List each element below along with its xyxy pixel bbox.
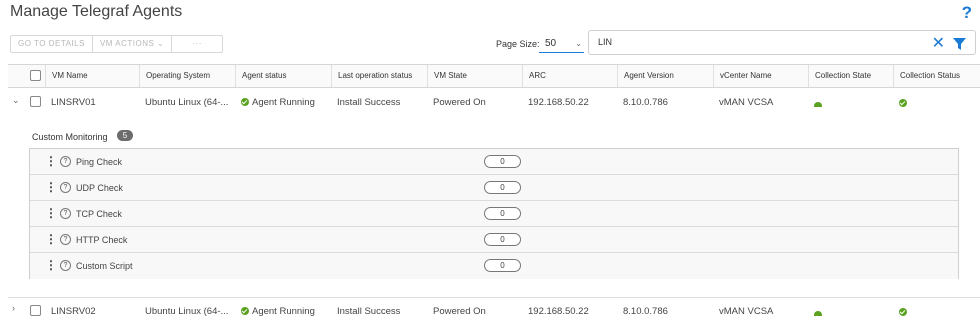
- question-circle-icon: ?: [60, 208, 71, 219]
- check-circle-icon: [899, 99, 907, 107]
- table-row[interactable]: ⌄ LINSRV01 Ubuntu Linux (64-... Agent Ru…: [8, 89, 980, 115]
- kebab-menu-icon[interactable]: ⋮: [45, 259, 57, 271]
- custom-monitoring-table: ⋮ ? Ping Check 0 ⋮ ? UDP Check 0 ⋮ ? TCP…: [29, 148, 959, 279]
- monitor-count-pill: 0: [484, 233, 521, 246]
- list-item: ⋮ ? Ping Check 0: [30, 149, 958, 175]
- custom-monitoring-title: Custom Monitoring: [32, 132, 108, 142]
- collection-status: [899, 307, 910, 318]
- monitor-name: TCP Check: [76, 209, 122, 219]
- row-checkbox[interactable]: [30, 96, 41, 107]
- agent-status: Agent Running: [241, 97, 315, 108]
- column-arc[interactable]: ARC: [522, 65, 546, 87]
- page-size-value: 50: [545, 38, 557, 49]
- column-vm-state[interactable]: VM State: [427, 65, 467, 87]
- monitor-name: UDP Check: [76, 183, 123, 193]
- column-operating-system[interactable]: Operating System: [139, 65, 210, 87]
- column-agent-version[interactable]: Agent Version: [617, 65, 674, 87]
- vm-state: Powered On: [433, 306, 486, 317]
- column-vm-name[interactable]: VM Name: [45, 65, 88, 87]
- select-all-checkbox[interactable]: [30, 70, 41, 81]
- custom-monitoring-count-badge: 5: [117, 130, 133, 141]
- chevron-right-icon[interactable]: ›: [12, 303, 15, 313]
- collection-state: [814, 99, 822, 110]
- column-collection-state[interactable]: Collection State: [808, 65, 871, 87]
- vcenter-name: vMAN VCSA: [719, 97, 774, 108]
- check-circle-icon: [899, 308, 907, 316]
- action-button-group: GO TO DETAILS VM ACTIONS ⌄ ···: [10, 35, 224, 53]
- agent-status: Agent Running: [241, 306, 315, 317]
- vcenter-name: vMAN VCSA: [719, 306, 774, 317]
- list-item: ⋮ ? UDP Check 0: [30, 175, 958, 201]
- monitor-count-pill: 0: [484, 259, 521, 272]
- agent-version: 8.10.0.786: [623, 306, 668, 317]
- vm-actions-button[interactable]: VM ACTIONS ⌄: [93, 36, 173, 52]
- go-to-details-button[interactable]: GO TO DETAILS: [11, 36, 93, 52]
- monitor-count-pill: 0: [484, 207, 521, 220]
- monitor-count-pill: 0: [484, 155, 521, 168]
- filter-icon[interactable]: [953, 38, 966, 50]
- column-collection-status[interactable]: Collection Status: [893, 65, 960, 87]
- more-actions-button[interactable]: ···: [172, 36, 222, 52]
- chevron-down-icon: ⌄: [575, 39, 582, 48]
- question-circle-icon: ?: [60, 234, 71, 245]
- signal-icon: [814, 311, 822, 316]
- signal-icon: [814, 102, 822, 107]
- question-circle-icon: ?: [60, 156, 71, 167]
- clear-icon[interactable]: ✕: [932, 33, 945, 53]
- grid-header: VM Name Operating System Agent status La…: [8, 64, 980, 88]
- question-circle-icon: ?: [60, 260, 71, 271]
- kebab-menu-icon[interactable]: ⋮: [45, 181, 57, 193]
- page-title: Manage Telegraf Agents: [10, 3, 183, 20]
- collection-status: [899, 98, 910, 109]
- arc: 192.168.50.22: [528, 97, 589, 108]
- monitor-name: Ping Check: [76, 157, 123, 167]
- help-icon[interactable]: ?: [962, 3, 972, 23]
- vm-state: Powered On: [433, 97, 486, 108]
- list-item: ⋮ ? HTTP Check 0: [30, 227, 958, 253]
- search-field[interactable]: LIN ✕: [588, 30, 976, 55]
- collection-state: [814, 308, 822, 319]
- monitor-name: HTTP Check: [76, 235, 128, 245]
- column-agent-status[interactable]: Agent status: [235, 65, 286, 87]
- vm-name[interactable]: LINSRV01: [51, 97, 96, 108]
- vm-name[interactable]: LINSRV02: [51, 306, 96, 317]
- page-size-select[interactable]: 50 ⌄: [539, 34, 584, 53]
- operating-system: Ubuntu Linux (64-...: [145, 306, 229, 317]
- question-circle-icon: ?: [60, 182, 71, 193]
- row-checkbox[interactable]: [30, 305, 41, 316]
- list-item: ⋮ ? TCP Check 0: [30, 201, 958, 227]
- chevron-down-icon[interactable]: ⌄: [12, 95, 20, 106]
- list-item: ⋮ ? Custom Script 0: [30, 253, 958, 279]
- page-size-label: Page Size:: [496, 39, 540, 49]
- monitor-name: Custom Script: [76, 261, 133, 271]
- arc: 192.168.50.22: [528, 306, 589, 317]
- table-row[interactable]: › LINSRV02 Ubuntu Linux (64-... Agent Ru…: [8, 297, 980, 323]
- column-vcenter-name[interactable]: vCenter Name: [713, 65, 772, 87]
- last-operation-status: Install Success: [337, 97, 401, 108]
- kebab-menu-icon[interactable]: ⋮: [45, 233, 57, 245]
- check-circle-icon: [241, 98, 249, 106]
- kebab-menu-icon[interactable]: ⋮: [45, 155, 57, 167]
- column-last-operation-status[interactable]: Last operation status: [331, 65, 412, 87]
- monitor-count-pill: 0: [484, 181, 521, 194]
- search-input[interactable]: LIN: [598, 37, 612, 47]
- operating-system: Ubuntu Linux (64-...: [145, 97, 229, 108]
- check-circle-icon: [241, 307, 249, 315]
- agent-version: 8.10.0.786: [623, 97, 668, 108]
- last-operation-status: Install Success: [337, 306, 401, 317]
- kebab-menu-icon[interactable]: ⋮: [45, 207, 57, 219]
